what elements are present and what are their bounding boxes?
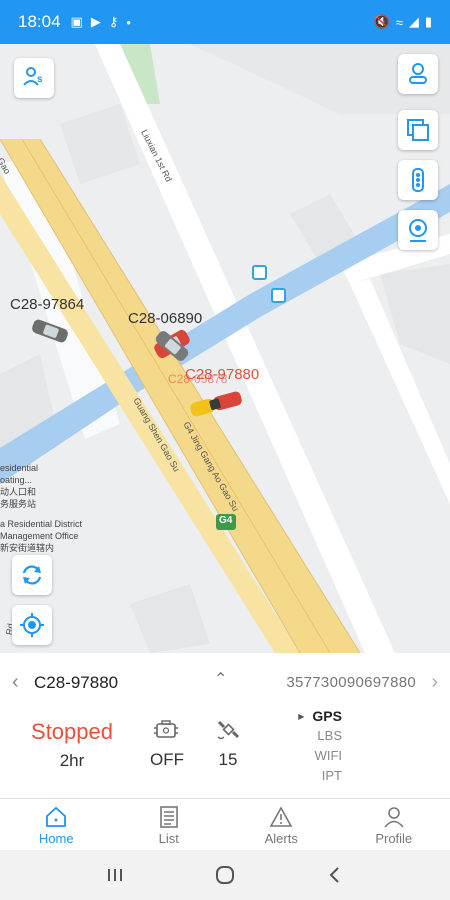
tab-label: Alerts: [264, 831, 298, 846]
chevron-right-icon[interactable]: ›: [431, 671, 438, 694]
chevron-up-icon[interactable]: ⌃: [214, 669, 227, 689]
car-label[interactable]: C28-97864: [10, 296, 84, 313]
camera-icon: [409, 219, 427, 242]
notification-icons: ▣ ▶ ⚷ •: [71, 14, 131, 30]
tab-label: Home: [38, 831, 74, 846]
vehicle-plate: C28-97880: [34, 673, 119, 692]
traffic-button[interactable]: [398, 160, 438, 200]
tab-label: Profile: [375, 831, 413, 846]
status-bar: 18:04 ▣ ▶ ⚷ • 🔇 ≈ ◢ ▮: [0, 0, 450, 44]
clock: 18:04: [18, 12, 61, 31]
motion-status: Stopped: [31, 719, 113, 744]
tab-alerts[interactable]: Alerts: [225, 799, 338, 850]
home-circle-icon[interactable]: [214, 864, 236, 886]
driver-button[interactable]: [398, 54, 438, 94]
vehicle-info-panel: ‹ C28-97880 ⌃ 357730090697880 › Stopped …: [0, 653, 450, 798]
highway-shield: G4: [219, 515, 233, 526]
car-label[interactable]: C28-06890: [128, 310, 202, 327]
key-icon: ⚷: [108, 14, 119, 29]
car-label[interactable]: C28-05878: [168, 372, 227, 386]
list-icon: [159, 806, 178, 828]
tab-list[interactable]: List: [113, 799, 226, 850]
map-base-layer: [0, 44, 450, 653]
satellite-icon: [217, 720, 240, 740]
bottom-tab-bar: Home List Alerts Profile: [0, 798, 450, 850]
location-mode-list: ▶ GPS LBS WIFI IPT: [272, 708, 342, 788]
location-mode-gps: ▶ GPS: [298, 708, 342, 724]
driver-icon: [409, 63, 427, 84]
poi-label: esidential oating... 动人口和 务服务站: [0, 463, 39, 509]
map-view[interactable]: C28-97864 C28-06890 C28-97880 C28-05878 …: [0, 44, 450, 653]
location-mode-ipt: IPT: [321, 768, 342, 783]
tab-profile[interactable]: Profile: [338, 799, 450, 850]
chevron-left-icon[interactable]: ‹: [12, 671, 19, 694]
street-view-button[interactable]: [398, 210, 438, 250]
crosshair-icon: [20, 613, 44, 637]
vehicle-person-icon: s: [23, 67, 43, 86]
locate-button[interactable]: [12, 605, 52, 645]
layers-button[interactable]: [398, 110, 438, 150]
system-navigation-bar: [0, 850, 450, 900]
traffic-light-icon: [412, 168, 424, 192]
mute-icon: 🔇: [373, 14, 390, 29]
location-mode-lbs: LBS: [317, 728, 342, 743]
back-icon[interactable]: [324, 864, 346, 886]
satellite-count: 15: [218, 750, 238, 769]
alert-icon: [269, 806, 293, 827]
image-icon: ▣: [70, 14, 83, 29]
battery-icon: ▮: [424, 14, 432, 29]
location-mode-wifi: WIFI: [314, 748, 342, 763]
triangle-right-icon: ▶: [298, 712, 305, 721]
tab-home[interactable]: Home: [0, 799, 113, 850]
recent-apps-icon[interactable]: [104, 864, 126, 886]
acc-status: OFF: [150, 750, 184, 769]
profile-icon: [384, 807, 404, 828]
dot-icon: •: [126, 14, 131, 30]
wifi-icon: ≈: [395, 14, 403, 30]
home-icon: [46, 806, 67, 827]
poi-label: a Residential District Management Office…: [0, 519, 83, 553]
refresh-icon: [22, 565, 42, 585]
vehicle-header: ‹ C28-97880 ⌃ 357730090697880 ›: [0, 667, 450, 699]
refresh-button[interactable]: [12, 555, 52, 595]
vehicle-mode-button[interactable]: s: [14, 58, 54, 98]
status-duration: 2hr: [59, 751, 85, 770]
device-imei: 357730090697880: [286, 674, 416, 691]
system-status-icons: 🔇 ≈ ◢ ▮: [374, 14, 432, 30]
tab-label: List: [158, 831, 179, 846]
engine-icon: [154, 720, 178, 738]
svg-text:s: s: [37, 74, 43, 85]
layers-icon: [407, 119, 429, 141]
signal-icon: ◢: [408, 14, 419, 29]
play-store-icon: ▶: [90, 14, 101, 29]
